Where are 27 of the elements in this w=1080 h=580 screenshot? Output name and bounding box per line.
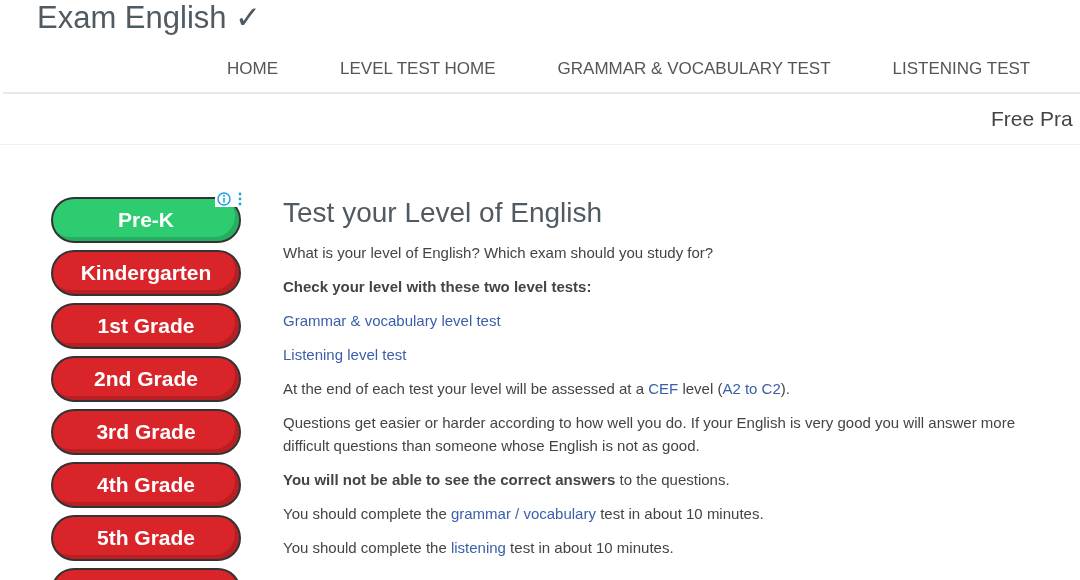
- nav-link[interactable]: HOME: [227, 54, 278, 92]
- subnav-link[interactable]: Free Pra: [991, 107, 1073, 131]
- grade-button[interactable]: 2nd Grade: [51, 356, 241, 402]
- text-link[interactable]: A2 to C2: [722, 380, 781, 397]
- grade-button[interactable]: Kindergarten: [51, 250, 241, 296]
- grade-button[interactable]: 4th Grade: [51, 462, 241, 508]
- site-title[interactable]: Exam English ✓: [0, 0, 262, 36]
- nav-link[interactable]: LEVEL TEST HOME: [340, 54, 496, 92]
- text-link[interactable]: listening: [450, 539, 506, 556]
- page-heading: Test your Level of English: [283, 197, 604, 229]
- paragraph: What is your level of English? Which exam should you study for?: [283, 243, 715, 263]
- text-link[interactable]: Listening level test: [283, 346, 407, 363]
- nav-link[interactable]: GRAMMAR & VOCABULARY TEST: [557, 54, 831, 92]
- text-link[interactable]: Grammar & vocabulary level test: [283, 312, 501, 329]
- ad-info-icon[interactable]: [215, 191, 245, 207]
- paragraph: You should complete the listening test in about 10 minutes.: [283, 538, 675, 558]
- grade-button[interactable]: 1st Grade: [51, 303, 241, 349]
- nav-link[interactable]: LISTENING TEST: [892, 54, 1031, 92]
- paragraph: At the end of each test your level will be assessed at a CEF level (A2 to C2).: [283, 379, 791, 399]
- text-link[interactable]: CEF: [648, 380, 679, 397]
- paragraph: You will not be able to see the correct answers to the questions.: [283, 470, 731, 490]
- paragraph: Check your level with these two level tests:: [283, 277, 593, 297]
- paragraph: You should complete the grammar / vocabulary test in about 10 minutes.: [283, 504, 765, 524]
- paragraph: Questions get easier or harder according to how well you do. If your English is very good you will answer more difficult questions than someone whose English is not as good.: [283, 413, 1017, 456]
- text-link[interactable]: grammar / vocabulary: [450, 505, 596, 522]
- grade-button[interactable]: 3rd Grade: [51, 409, 241, 455]
- grade-button[interactable]: 5th Grade: [51, 515, 241, 561]
